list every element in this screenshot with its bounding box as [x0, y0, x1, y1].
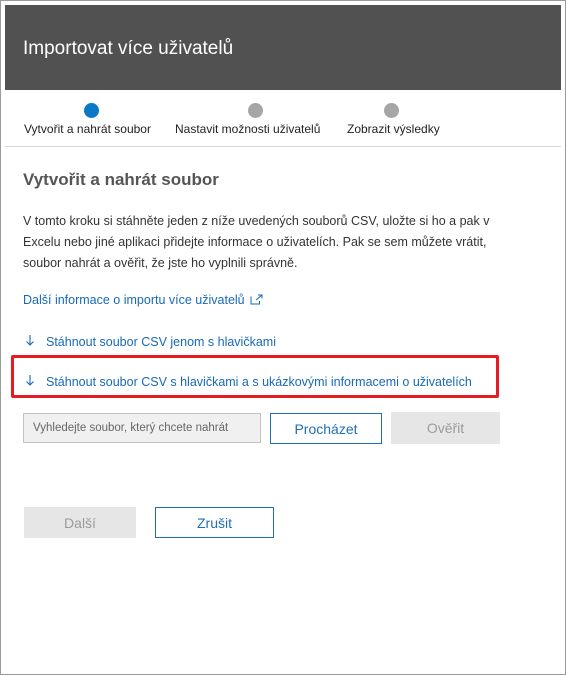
learn-more-link[interactable]: Další informace o importu více uživatelů — [23, 293, 263, 308]
dialog-header: Importovat více uživatelů — [5, 5, 561, 90]
import-users-dialog: Importovat více uživatelů Vytvořit a nah… — [0, 0, 566, 675]
download-csv-headers-link[interactable]: Stáhnout soubor CSV jenom s hlavičkami — [46, 335, 276, 349]
highlight-box — [11, 355, 499, 398]
wizard-stepper: Vytvořit a nahrát soubor Nastavit možnos… — [1, 91, 565, 143]
step-inactive-dot-icon — [384, 103, 399, 118]
divider — [5, 146, 561, 147]
instructions-text: V tomto kroku si stáhněte jeden z níže u… — [23, 214, 490, 270]
learn-more-link-label: Další informace o importu více uživatelů — [23, 293, 245, 307]
file-path-input[interactable] — [23, 413, 261, 443]
dialog-title: Importovat více uživatelů — [23, 38, 234, 59]
step-label: Nastavit možnosti uživatelů — [175, 122, 321, 136]
next-button[interactable]: Další — [24, 507, 136, 538]
step-label: Zobrazit výsledky — [347, 122, 440, 136]
step-label: Vytvořit a nahrát soubor — [24, 122, 151, 136]
verify-button[interactable]: Ověřit — [391, 412, 500, 444]
step-active-dot-icon — [84, 103, 99, 118]
section-title: Vytvořit a nahrát soubor — [23, 170, 219, 189]
external-link-icon — [250, 294, 263, 308]
browse-button[interactable]: Procházet — [270, 413, 382, 444]
download-icon — [26, 335, 34, 346]
step-inactive-dot-icon — [248, 103, 263, 118]
cancel-button[interactable]: Zrušit — [155, 507, 274, 538]
